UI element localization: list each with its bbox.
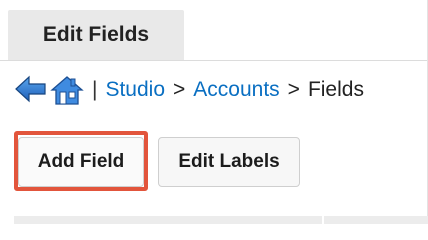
edit-labels-button[interactable]: Edit Labels [158,137,300,187]
breadcrumb-arrow: > [173,78,186,101]
tab-bar: Edit Fields [0,8,428,61]
back-arrow-icon[interactable] [14,74,48,106]
breadcrumb-separator: | [92,78,98,101]
breadcrumb-arrow: > [287,78,300,101]
tab-label: Edit Fields [42,23,150,46]
breadcrumb: | Studio > Accounts > Fields [14,68,364,112]
tab-edit-fields[interactable]: Edit Fields [8,10,184,60]
breadcrumb-link-studio[interactable]: Studio [105,78,165,102]
add-field-button[interactable]: Add Field [18,137,144,187]
top-strip [0,0,428,8]
breadcrumb-current: Fields [307,78,364,101]
table-header [14,216,428,224]
table-header-divider [322,216,324,224]
breadcrumb-link-accounts[interactable]: Accounts [193,78,279,102]
home-icon[interactable] [50,74,84,106]
